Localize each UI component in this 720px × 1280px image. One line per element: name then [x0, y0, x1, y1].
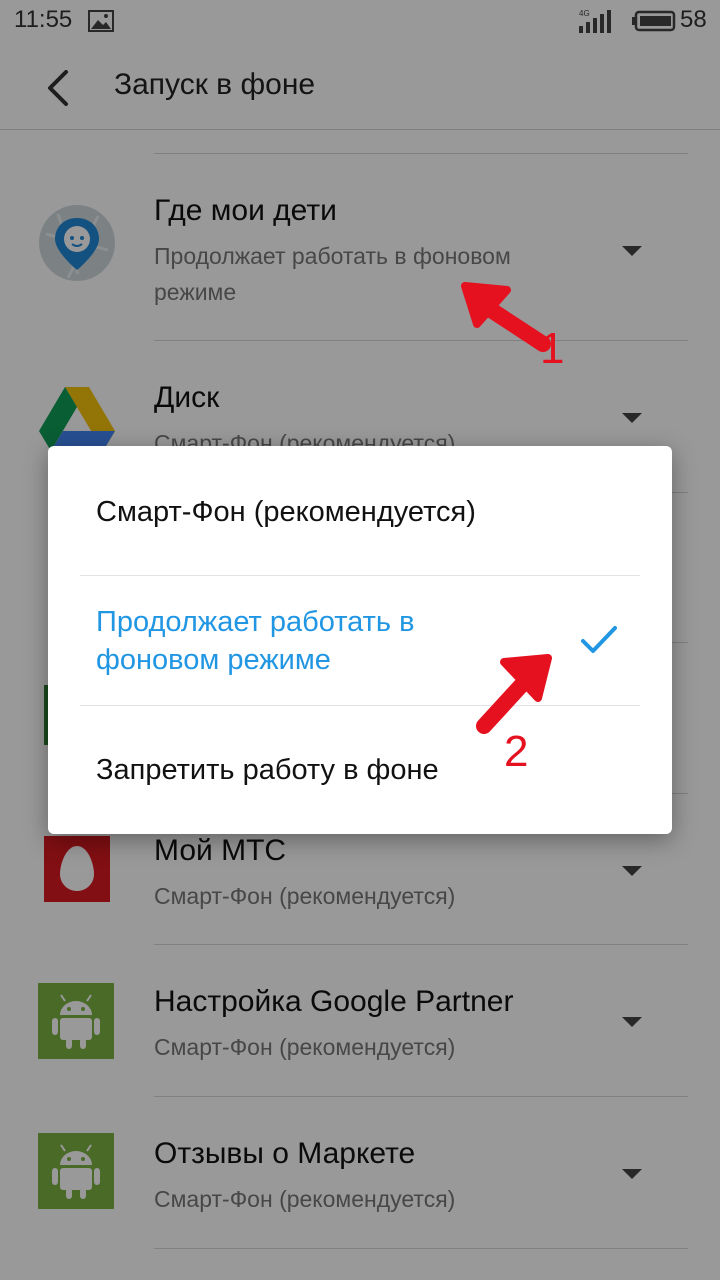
- annotation-number-2: 2: [504, 727, 529, 776]
- annotation-number-1: 1: [540, 324, 565, 373]
- option-smart-phone[interactable]: Смарт-Фон (рекомендуется): [48, 446, 672, 576]
- option-forbid-background[interactable]: Запретить работу в фоне: [48, 706, 672, 834]
- checkmark-icon: [581, 626, 617, 653]
- background-mode-dialog: Смарт-Фон (рекомендуется) Продолжает раб…: [48, 446, 672, 834]
- option-label: Смарт-Фон (рекомендуется): [96, 496, 476, 528]
- option-keep-running[interactable]: Продолжает работать в фоновом режиме: [48, 576, 672, 706]
- option-label: Запретить работу в фоне: [96, 754, 439, 786]
